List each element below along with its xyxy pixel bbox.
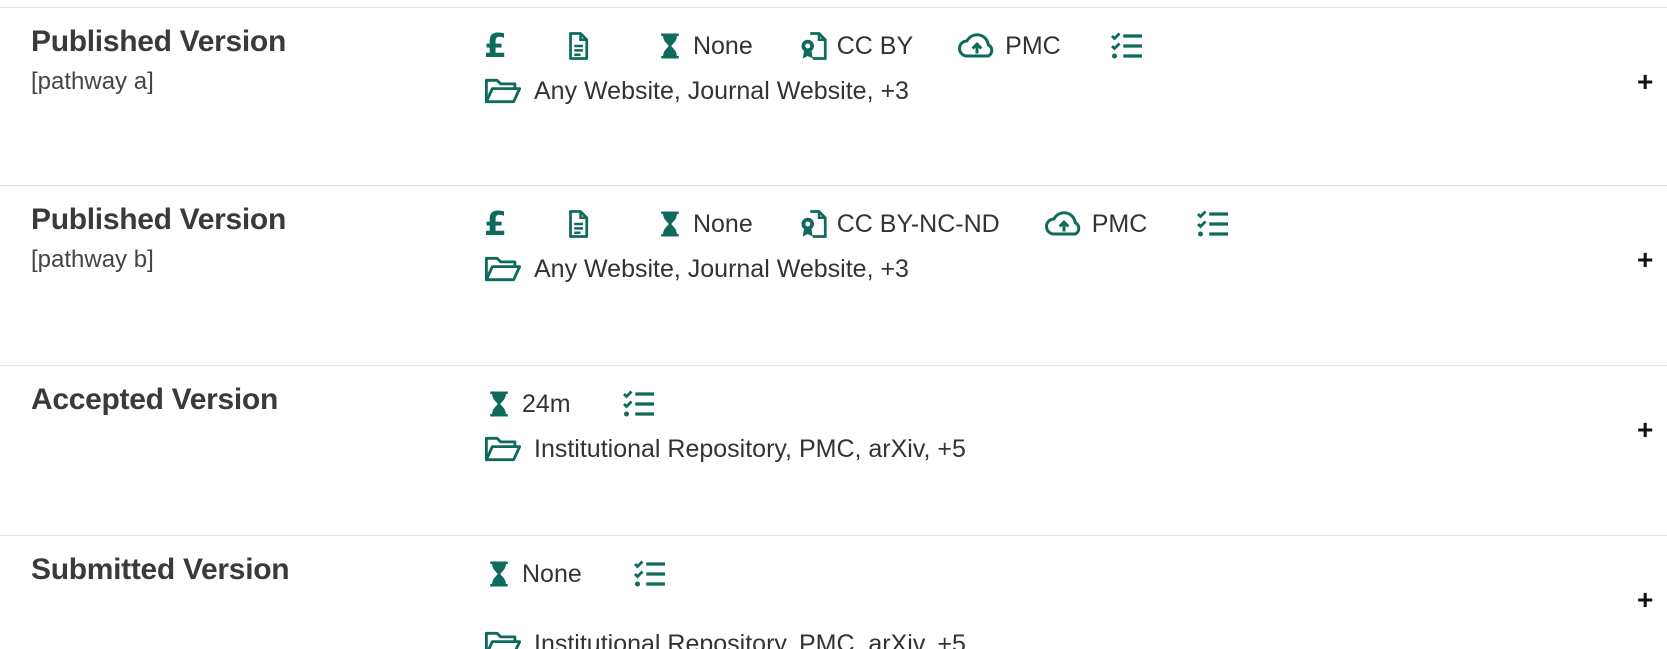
checklist-icon[interactable] [621,389,657,419]
locations: Institutional Repository, PMC, arXiv, +5 [484,434,966,464]
version-title: Submitted Version [31,553,290,586]
locations-text: Any Website, Journal Website, +3 [534,76,909,105]
license-icon [799,31,829,61]
locations-text: Any Website, Journal Website, +3 [534,254,909,283]
folder-open-icon [484,629,522,649]
hourglass-icon [655,209,685,239]
pathway-icons: £ None CC BY-NC-ND PMC [484,204,1265,244]
expand-button[interactable]: + [1637,586,1653,614]
license-icon [799,209,829,239]
version-title: Published Version [31,25,286,58]
folder-open-icon [484,76,522,106]
pathway-icons: 24m [484,384,691,424]
embargo-value: None [522,559,582,588]
locations-text: Institutional Repository, PMC, arXiv, +5 [534,434,966,463]
license-value: CC BY-NC-ND [836,209,1000,238]
cloud-upload-icon [957,31,997,61]
pathway-icons: None [484,554,702,594]
pathway-row[interactable]: Published Version [pathway b] £ None CC … [0,186,1667,366]
checklist-icon[interactable] [632,559,668,589]
deposit-value: PMC [1091,209,1148,238]
folder-open-icon [484,434,522,464]
embargo-value: 24m [522,389,571,418]
checklist-icon[interactable] [1109,31,1145,61]
locations: Any Website, Journal Website, +3 [484,254,909,284]
pathway-icons: £ None CC BY PMC [484,26,1179,66]
document-icon [563,209,593,239]
locations-text: Institutional Repository, PMC, arXiv, +5 [534,629,966,649]
version-title: Published Version [31,203,286,236]
expand-button[interactable]: + [1637,246,1653,274]
pathway-row[interactable]: Submitted Version None Institutional Rep… [0,536,1667,649]
embargo-value: None [692,31,753,60]
hourglass-icon [484,559,514,589]
folder-open-icon [484,254,522,284]
embargo-value: None [692,209,753,238]
deposit-value: PMC [1005,31,1061,60]
pound-icon: £ [484,204,507,243]
locations: Institutional Repository, PMC, arXiv, +5 [484,629,966,649]
checklist-icon[interactable] [1195,209,1231,239]
hourglass-icon [655,31,685,61]
cloud-upload-icon [1044,209,1084,239]
locations: Any Website, Journal Website, +3 [484,76,909,106]
pathway-label: [pathway a] [31,68,154,95]
version-title: Accepted Version [31,383,278,416]
expand-button[interactable]: + [1637,416,1653,444]
license-value: CC BY [836,31,914,60]
document-icon [563,31,593,61]
hourglass-icon [484,389,514,419]
pathway-row[interactable]: Published Version [pathway a] £ None CC … [0,8,1667,186]
pathway-label: [pathway b] [31,246,154,273]
pathway-row[interactable]: Accepted Version 24m Institutional Repos… [0,366,1667,536]
expand-button[interactable]: + [1637,68,1653,96]
pound-icon: £ [484,26,507,65]
